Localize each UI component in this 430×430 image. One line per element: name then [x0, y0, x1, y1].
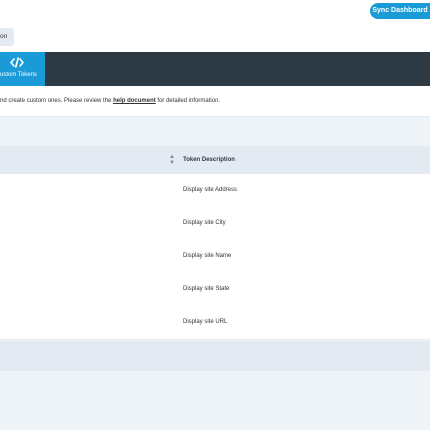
breadcrumb: on: [0, 26, 430, 52]
table-row: Display site Address: [0, 174, 430, 208]
token-description: Display site City: [183, 220, 226, 226]
info-notice: nd create custom ones. Please review the…: [0, 86, 430, 117]
column-header-token-description[interactable]: Token Description: [183, 146, 235, 174]
token-description: Display site State: [183, 286, 230, 292]
table-row: Display site City: [0, 207, 430, 241]
help-document-link[interactable]: help document: [113, 98, 156, 104]
table-row: Display site Name: [0, 240, 430, 274]
breadcrumb-tab[interactable]: on: [0, 28, 14, 46]
token-description: Display site URL: [183, 319, 228, 325]
table-footer: [0, 341, 430, 371]
token-description: Display site Name: [183, 253, 232, 259]
table-row: Display site URL: [0, 306, 430, 340]
notice-text: nd create custom ones. Please review the: [0, 98, 114, 104]
sync-dashboard-button[interactable]: Sync Dashboard: [370, 3, 430, 19]
top-bar: Sync Dashboard: [0, 0, 430, 26]
token-description: Display site Address: [183, 187, 238, 193]
notice-text-end: for detailed information.: [155, 98, 221, 104]
tab-custom-tokens[interactable]: ustom Tokens: [0, 52, 45, 86]
code-icon: [10, 57, 24, 68]
table-header: ▲ ▼ Token Description: [0, 146, 430, 174]
sort-icon[interactable]: ▲ ▼: [169, 154, 175, 166]
tab-label: ustom Tokens: [0, 72, 37, 78]
table-row: Display site State: [0, 273, 430, 307]
tab-bar: ustom Tokens: [0, 52, 430, 86]
